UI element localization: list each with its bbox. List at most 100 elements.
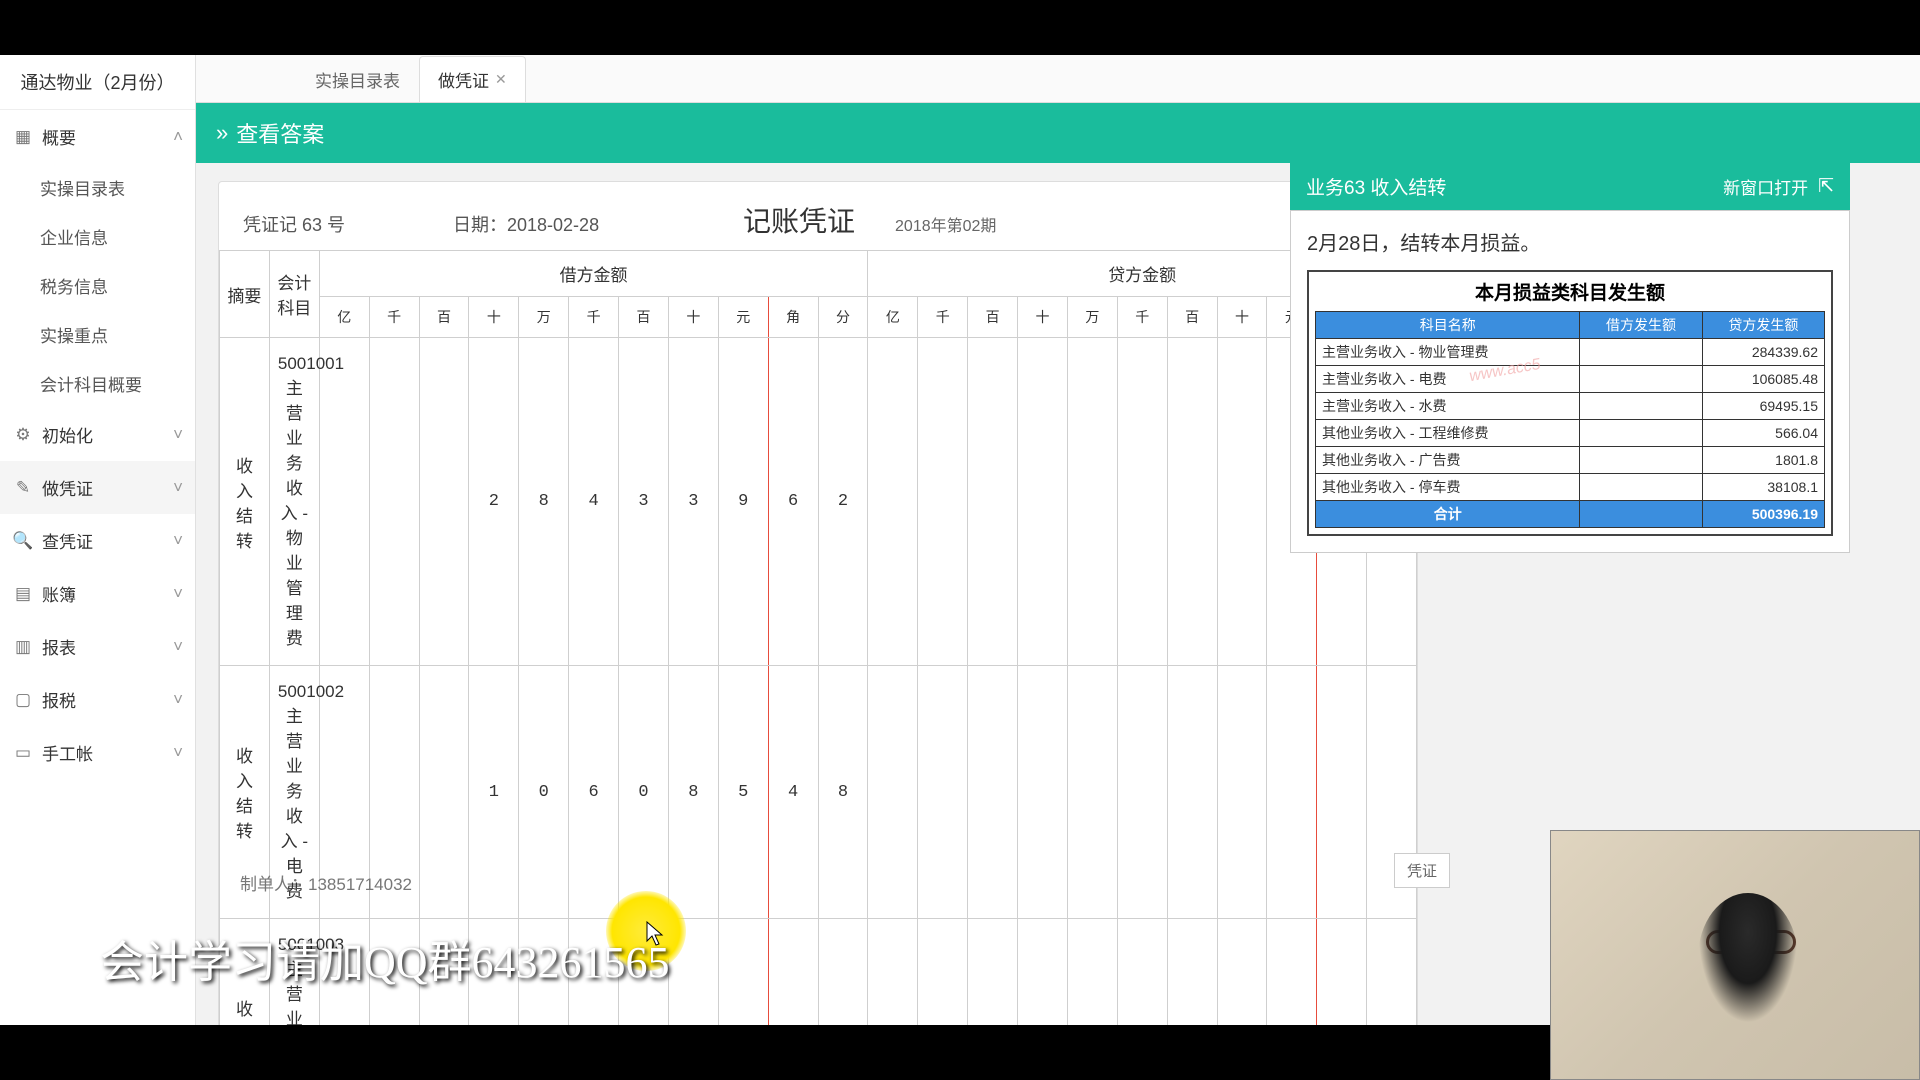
digit-cell[interactable] — [1117, 666, 1167, 919]
digit-cell[interactable] — [1067, 919, 1117, 1026]
nav-section-做凭证[interactable]: ✎做凭证˅ — [0, 461, 195, 514]
close-icon[interactable]: ✕ — [495, 71, 507, 88]
digit-cell[interactable] — [918, 919, 968, 1026]
digit-cell[interactable]: 3 — [619, 338, 669, 666]
nav-section-报税[interactable]: ▢报税˅ — [0, 673, 195, 726]
nav-sub-item[interactable]: 企业信息 — [0, 212, 195, 261]
digit-cell[interactable] — [419, 338, 469, 666]
digit-cell[interactable] — [1317, 919, 1367, 1026]
digit-header: 千 — [369, 297, 419, 338]
nav-sub-item[interactable]: 会计科目概要 — [0, 359, 195, 408]
digit-cell[interactable] — [1217, 666, 1267, 919]
digit-cell[interactable] — [918, 338, 968, 666]
nav-section-报表[interactable]: ▥报表˅ — [0, 620, 195, 673]
digit-cell[interactable]: 2 — [818, 338, 868, 666]
digit-cell[interactable]: 9 — [718, 338, 768, 666]
ref-credit: 106085.48 — [1702, 366, 1824, 393]
digit-cell[interactable]: 5 — [718, 919, 768, 1026]
expand-icon[interactable]: ⇱ — [1818, 175, 1834, 198]
chevron-up-icon: ˄ — [173, 127, 183, 147]
digit-cell[interactable]: 8 — [668, 666, 718, 919]
digit-cell[interactable] — [1217, 338, 1267, 666]
ref-col: 科目名称 — [1316, 312, 1580, 339]
ref-row: 主营业务收入 - 物业管理费284339.62 — [1316, 339, 1825, 366]
digit-cell[interactable] — [1167, 919, 1217, 1026]
hand-icon: ▭ — [12, 743, 34, 763]
digit-cell[interactable] — [1267, 919, 1317, 1026]
digit-cell[interactable] — [1117, 919, 1167, 1026]
nav-section-账簿[interactable]: ▤账簿˅ — [0, 567, 195, 620]
ref-debit — [1580, 339, 1702, 366]
digit-cell[interactable] — [1018, 338, 1068, 666]
digit-cell[interactable] — [868, 666, 918, 919]
digit-cell[interactable]: 1 — [768, 919, 818, 1026]
digit-cell[interactable] — [1367, 919, 1417, 1026]
digit-cell[interactable]: 9 — [668, 919, 718, 1026]
tab-做凭证[interactable]: 做凭证✕ — [419, 56, 526, 102]
nav-section-概要[interactable]: ▦概要˄ — [0, 110, 195, 163]
digit-cell[interactable] — [1267, 666, 1317, 919]
digit-cell[interactable] — [968, 919, 1018, 1026]
digit-cell[interactable] — [1067, 666, 1117, 919]
digit-cell[interactable]: 6 — [768, 338, 818, 666]
digit-cell[interactable] — [1167, 338, 1217, 666]
answer-bar[interactable]: » 查看答案 — [196, 103, 1920, 163]
digit-cell[interactable] — [369, 338, 419, 666]
digit-cell[interactable]: 0 — [519, 666, 569, 919]
digit-cell[interactable]: 1 — [469, 666, 519, 919]
chevron-down-icon: ˅ — [173, 425, 183, 445]
digit-cell[interactable]: 0 — [619, 666, 669, 919]
ref-credit: 284339.62 — [1702, 339, 1824, 366]
file-icon: ▢ — [12, 690, 34, 710]
digit-cell[interactable] — [1217, 919, 1267, 1026]
digit-cell[interactable] — [918, 666, 968, 919]
nav-sub-item[interactable]: 实操目录表 — [0, 163, 195, 212]
book-icon: ▤ — [12, 584, 34, 604]
digit-cell[interactable]: 6 — [569, 666, 619, 919]
digit-cell[interactable] — [1018, 919, 1068, 1026]
chevron-down-icon: ˅ — [173, 531, 183, 551]
open-new-window-button[interactable]: 新窗口打开 — [1723, 174, 1808, 199]
digit-cell[interactable]: 8 — [818, 666, 868, 919]
nav-sub-item[interactable]: 实操重点 — [0, 310, 195, 359]
voucher-shortcut-button[interactable]: 凭证 — [1394, 853, 1450, 888]
digit-cell[interactable] — [1167, 666, 1217, 919]
digit-cell[interactable] — [868, 338, 918, 666]
digit-header: 分 — [818, 297, 868, 338]
nav-label: 初始化 — [42, 422, 93, 447]
digit-cell[interactable]: 5 — [818, 919, 868, 1026]
digit-cell[interactable] — [968, 666, 1018, 919]
digit-cell[interactable]: 8 — [519, 338, 569, 666]
digit-cell[interactable] — [419, 666, 469, 919]
ref-row: 其他业务收入 - 广告费1801.8 — [1316, 447, 1825, 474]
digit-cell[interactable] — [1067, 338, 1117, 666]
nav-section-查凭证[interactable]: 🔍查凭证˅ — [0, 514, 195, 567]
ref-total-label: 合计 — [1316, 501, 1580, 528]
nav-section-初始化[interactable]: ⚙初始化˅ — [0, 408, 195, 461]
digit-cell[interactable] — [1117, 338, 1167, 666]
nav-section-手工帐[interactable]: ▭手工帐˅ — [0, 726, 195, 779]
digit-cell[interactable] — [1317, 666, 1367, 919]
digit-cell[interactable]: 5 — [718, 666, 768, 919]
chevron-down-icon: ˅ — [173, 584, 183, 604]
digit-cell[interactable]: 4 — [569, 338, 619, 666]
digit-header: 十 — [1018, 297, 1068, 338]
digit-cell[interactable] — [968, 338, 1018, 666]
digit-cell[interactable] — [1018, 666, 1068, 919]
digit-header: 角 — [768, 297, 818, 338]
digit-cell[interactable] — [319, 338, 369, 666]
digit-cell[interactable]: 3 — [668, 338, 718, 666]
tab-实操目录表[interactable]: 实操目录表 — [296, 56, 419, 102]
ref-credit: 69495.15 — [1702, 393, 1824, 420]
ref-table-title: 本月损益类科目发生额 — [1315, 278, 1825, 305]
nav-sub-item[interactable]: 税务信息 — [0, 261, 195, 310]
digit-header: 万 — [1067, 297, 1117, 338]
digit-cell[interactable]: 2 — [469, 338, 519, 666]
cell-subject[interactable]: 5001001 主营业务收入 - 物业管理费 — [269, 338, 319, 666]
reference-table: 科目名称借方发生额贷方发生额主营业务收入 - 物业管理费284339.62主营业… — [1315, 311, 1825, 528]
task-panel: 业务63 收入结转 新窗口打开 ⇱ 2月28日，结转本月损益。 本月损益类科目发… — [1290, 163, 1850, 553]
cell-summary[interactable]: 收入结转 — [220, 338, 270, 666]
digit-cell[interactable]: 4 — [768, 666, 818, 919]
digit-cell[interactable] — [868, 919, 918, 1026]
chevron-down-icon: ˅ — [173, 478, 183, 498]
